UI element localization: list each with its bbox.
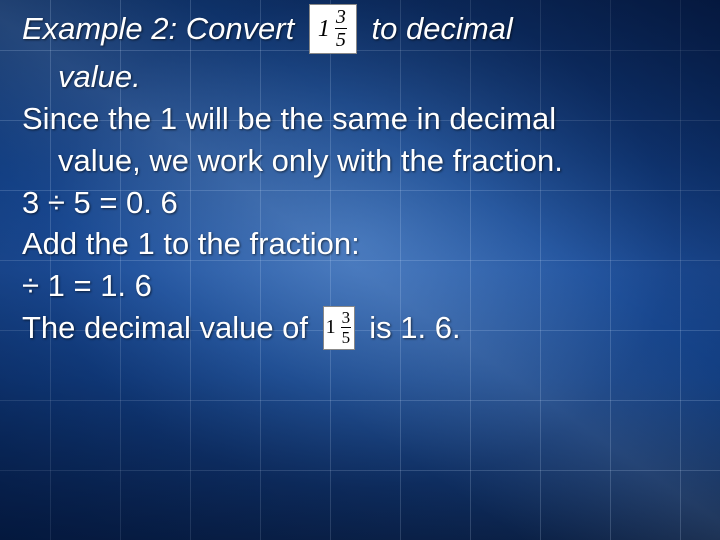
fraction-stack: 35	[332, 7, 350, 50]
conclusion-a: The decimal value of	[22, 310, 308, 345]
line-3: Since the 1 will be the same in decimal	[22, 98, 698, 140]
division-equation: 3 ÷ 5 = 0. 6	[22, 185, 178, 220]
mixed-fraction-1: 135	[309, 4, 357, 54]
line-7: ÷ 1 = 1. 6	[22, 265, 698, 307]
add-instruction: Add the 1 to the fraction:	[22, 226, 360, 261]
example-title-b: to decimal	[371, 11, 512, 46]
fraction-stack: 35	[338, 309, 355, 346]
fraction-whole: 1	[316, 17, 332, 41]
line-8: The decimal value of 135 is 1. 6.	[22, 307, 698, 352]
line-2: value.	[22, 56, 698, 98]
fraction-whole: 1	[324, 317, 338, 337]
explain-2: value, we work only with the fraction.	[58, 143, 563, 178]
explain-1: Since the 1 will be the same in decimal	[22, 101, 556, 136]
result-equation: ÷ 1 = 1. 6	[22, 268, 152, 303]
line-5: 3 ÷ 5 = 0. 6	[22, 182, 698, 224]
fraction-denominator: 5	[332, 30, 350, 50]
example-title-a: Example 2: Convert	[22, 11, 294, 46]
fraction-denominator: 5	[338, 329, 355, 346]
fraction-numerator: 3	[338, 309, 355, 326]
fraction-numerator: 3	[332, 7, 350, 27]
slide: Example 2: Convert 135 to decimal value.…	[0, 0, 720, 540]
conclusion-b: is 1. 6.	[369, 310, 460, 345]
line-4: value, we work only with the fraction.	[22, 140, 698, 182]
mixed-fraction-2: 135	[323, 306, 355, 350]
example-title-c: value.	[58, 59, 141, 94]
line-6: Add the 1 to the fraction:	[22, 223, 698, 265]
line-1: Example 2: Convert 135 to decimal	[22, 6, 698, 56]
slide-content: Example 2: Convert 135 to decimal value.…	[0, 0, 720, 352]
